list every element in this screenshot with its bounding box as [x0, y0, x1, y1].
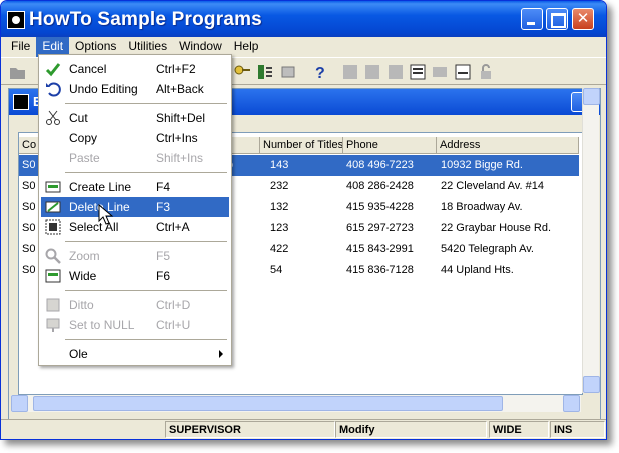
cell-titles: 232: [270, 180, 289, 192]
status-bar: SUPERVISOR Modify WIDE INS: [1, 419, 606, 439]
cell-titles: 54: [270, 264, 283, 276]
cell-code: S0: [22, 222, 36, 234]
mouse-cursor-icon: [98, 204, 114, 225]
cell-code: S0: [22, 264, 36, 276]
menu-item-ole[interactable]: Ole: [41, 344, 229, 364]
edit-menu-dropdown: Cancel Ctrl+F2 Undo Editing Alt+Back Cut…: [38, 54, 232, 366]
close-button[interactable]: ✕: [572, 8, 594, 30]
cell-address: 5420 Telegraph Av.: [441, 243, 534, 255]
submenu-arrow-icon: [219, 350, 223, 358]
undo-icon: [46, 82, 61, 97]
menu-item-undo-editing[interactable]: Undo Editing Alt+Back: [41, 79, 229, 99]
cell-phone: 415 836-7128: [346, 264, 414, 276]
menu-item-wide[interactable]: Wide F6: [41, 266, 229, 286]
cell-code: S0: [22, 180, 36, 192]
move-icon[interactable]: [279, 63, 297, 81]
menu-item-delete-line[interactable]: Delete Line F3: [41, 197, 229, 217]
cell-titles: 422: [270, 243, 289, 255]
lock-icon[interactable]: [477, 63, 495, 81]
svg-text:?: ?: [315, 65, 325, 81]
menu-item-ditto[interactable]: Ditto Ctrl+D: [41, 295, 229, 315]
cell-code: S0: [22, 201, 36, 213]
menu-separator: [65, 290, 227, 291]
set-null-icon: [46, 318, 60, 332]
vertical-scrollbar[interactable]: [582, 88, 600, 393]
open-folder-icon[interactable]: [9, 63, 27, 81]
status-view: WIDE: [489, 421, 549, 438]
scissors-icon: [46, 110, 60, 125]
minimize-button[interactable]: [521, 8, 543, 30]
menu-item-cut[interactable]: Cut Shift+Del: [41, 108, 229, 128]
cell-code: S0: [22, 159, 36, 171]
tool-icon[interactable]: [431, 63, 449, 81]
tool-icon[interactable]: [341, 63, 359, 81]
cancel-check-icon: [45, 63, 61, 77]
menu-item-paste[interactable]: Paste Shift+Ins: [41, 148, 229, 168]
menu-item-set-to-null[interactable]: Set to NULL Ctrl+U: [41, 315, 229, 335]
cell-phone: 415 935-4228: [346, 201, 414, 213]
status-user: SUPERVISOR: [165, 421, 335, 438]
window-title: HowTo Sample Programs: [29, 9, 262, 30]
cell-address: 22 Graybar House Rd.: [441, 222, 552, 234]
form-icon[interactable]: [409, 63, 427, 81]
cell-titles: 143: [270, 159, 289, 171]
close-icon: ✕: [576, 10, 590, 27]
maximize-button[interactable]: [546, 8, 568, 30]
create-line-icon: [45, 181, 61, 193]
cell-titles: 123: [270, 222, 289, 234]
help-icon[interactable]: ?: [311, 63, 329, 81]
column-header-titles[interactable]: Number of Titles: [260, 137, 343, 154]
cell-code: S0: [22, 243, 36, 255]
key-icon[interactable]: [233, 63, 251, 81]
cell-phone: 615 297-2723: [346, 222, 414, 234]
menu-item-cancel[interactable]: Cancel Ctrl+F2: [41, 59, 229, 79]
zoom-icon: [45, 248, 61, 264]
cell-address: 18 Broadway Av.: [441, 201, 523, 213]
cell-phone: 415 843-2991: [346, 243, 414, 255]
title-bar[interactable]: HowTo Sample Programs ✕: [1, 1, 606, 37]
column-header-phone[interactable]: Phone: [343, 137, 437, 154]
cell-titles: 132: [270, 201, 289, 213]
menu-file[interactable]: File: [5, 37, 36, 57]
column-header-address[interactable]: Address: [437, 137, 579, 154]
ditto-icon: [46, 298, 60, 312]
scroll-left-arrow-icon[interactable]: [11, 395, 28, 412]
form-icon[interactable]: [454, 63, 472, 81]
menu-separator: [65, 339, 227, 340]
cell-address: 10932 Bigge Rd.: [441, 159, 523, 171]
select-all-icon: [45, 219, 61, 235]
cell-phone: 408 496-7223: [346, 159, 414, 171]
cell-phone: 408 286-2428: [346, 180, 414, 192]
cell-address: 44 Upland Hts.: [441, 264, 514, 276]
menu-item-create-line[interactable]: Create Line F4: [41, 177, 229, 197]
menu-separator: [65, 103, 227, 104]
horizontal-scrollbar[interactable]: [11, 395, 581, 412]
wide-icon: [45, 269, 61, 283]
menu-item-zoom[interactable]: Zoom F5: [41, 246, 229, 266]
menu-help[interactable]: Help: [228, 37, 265, 57]
scroll-down-arrow-icon[interactable]: [583, 376, 600, 393]
menu-separator: [65, 172, 227, 173]
list-sort-icon[interactable]: [256, 63, 274, 81]
scroll-thumb[interactable]: [33, 396, 503, 411]
scroll-up-arrow-icon[interactable]: [583, 88, 600, 105]
child-app-icon[interactable]: [13, 94, 29, 110]
cell-address: 22 Cleveland Av. #14: [441, 180, 544, 192]
status-insert: INS: [550, 421, 605, 438]
scroll-right-arrow-icon[interactable]: [563, 395, 580, 412]
status-mode: Modify: [335, 421, 487, 438]
menu-item-select-all[interactable]: Select All Ctrl+A: [41, 217, 229, 237]
menu-separator: [65, 241, 227, 242]
tool-icon[interactable]: [387, 63, 405, 81]
delete-line-icon: [45, 201, 61, 213]
menu-item-copy[interactable]: Copy Ctrl+Ins: [41, 128, 229, 148]
tool-icon[interactable]: [363, 63, 381, 81]
app-icon[interactable]: [7, 11, 25, 29]
